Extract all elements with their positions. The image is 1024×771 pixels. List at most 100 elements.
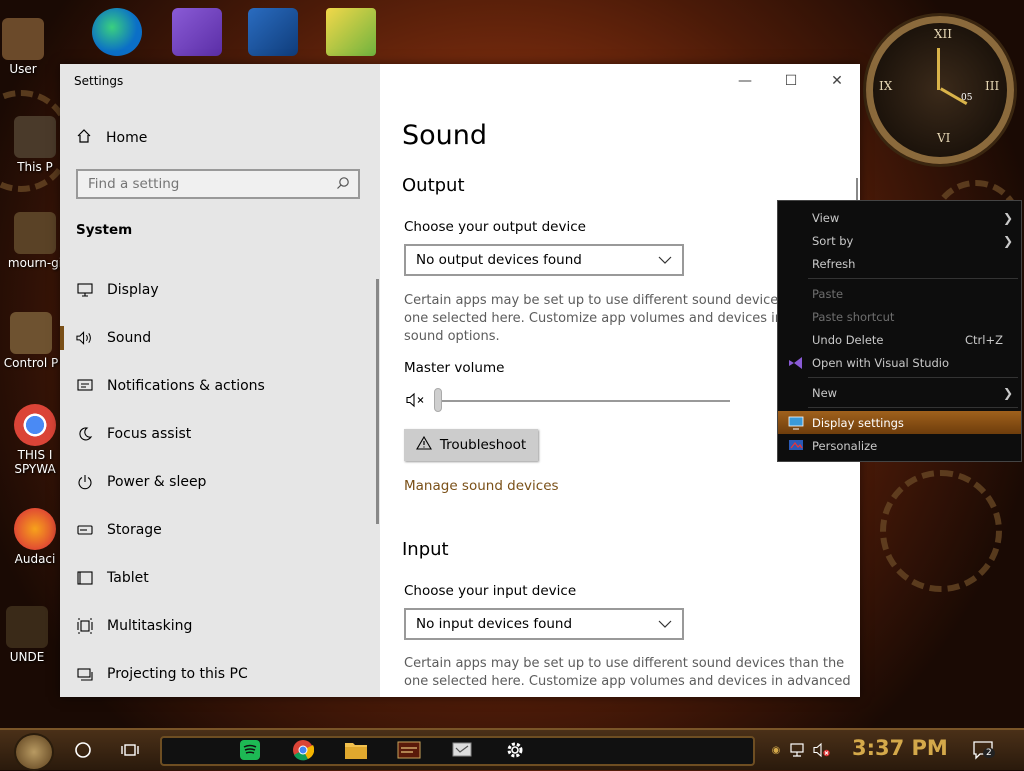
- output-device-label: Choose your output device: [404, 219, 586, 235]
- chevron-down-icon: [658, 616, 672, 632]
- close-icon: ✕: [831, 73, 843, 89]
- sidebar-item-label: Focus assist: [107, 426, 192, 442]
- monitor-icon: [76, 282, 93, 299]
- menu-item-sort-by[interactable]: Sort by ❯: [778, 229, 1021, 252]
- sidebar-item-label: Storage: [107, 522, 162, 538]
- file-explorer-icon[interactable]: [344, 738, 368, 762]
- nav-home-label: Home: [106, 130, 148, 146]
- warning-icon: [415, 435, 432, 454]
- hxd-desktop-icon[interactable]: [326, 8, 376, 56]
- visual-studio-desktop-icon[interactable]: [172, 8, 222, 56]
- maximize-button[interactable]: ☐: [768, 70, 814, 92]
- notification-icon: [76, 378, 93, 395]
- sidebar-item-sound[interactable]: Sound: [60, 314, 380, 362]
- master-volume-label: Master volume: [404, 360, 505, 376]
- menu-item-display-settings[interactable]: Display settings: [778, 411, 1021, 434]
- troubleshoot-label: Troubleshoot: [439, 437, 527, 453]
- input-description: Certain apps may be set up to use differ…: [404, 656, 851, 689]
- output-device-dropdown[interactable]: No output devices found: [404, 244, 684, 276]
- visual-studio-icon: [788, 356, 804, 370]
- sidebar-item-power-sleep[interactable]: Power & sleep: [60, 458, 380, 506]
- chrome-icon[interactable]: [291, 738, 315, 762]
- search-icon: [336, 175, 350, 194]
- manage-sound-devices-link[interactable]: Manage sound devices: [404, 478, 559, 494]
- edge-desktop-icon[interactable]: [92, 8, 142, 56]
- menu-separator: [808, 407, 1018, 408]
- menu-item-view[interactable]: View ❯: [778, 206, 1021, 229]
- menu-item-personalize[interactable]: Personalize: [778, 434, 1021, 457]
- sidebar-item-label: Power & sleep: [107, 474, 207, 490]
- spotify-icon[interactable]: [238, 738, 262, 762]
- sidebar-item-label: Sound: [107, 330, 152, 346]
- personalize-icon: [788, 439, 804, 453]
- chevron-right-icon: ❯: [1002, 210, 1013, 225]
- input-device-dropdown[interactable]: No input devices found: [404, 608, 684, 640]
- sidebar-item-display[interactable]: Display: [60, 266, 380, 314]
- sidebar-item-label: Tablet: [107, 570, 149, 586]
- desktop-icon-file[interactable]: UNDE: [0, 606, 56, 664]
- menu-item-new[interactable]: New ❯: [778, 381, 1021, 404]
- sidebar-item-projecting[interactable]: Projecting to this PC: [60, 650, 380, 697]
- master-volume-slider-track[interactable]: [438, 400, 730, 402]
- input-heading: Input: [402, 539, 449, 560]
- page-title: Sound: [402, 120, 488, 151]
- input-device-label: Choose your input device: [404, 583, 577, 599]
- virtualbox-desktop-icon[interactable]: [248, 8, 298, 56]
- desktop-icon-user[interactable]: User: [0, 18, 52, 76]
- nav-home[interactable]: Home: [76, 128, 147, 148]
- taskbar-clock[interactable]: 3:37 PM: [852, 736, 948, 760]
- sidebar-item-notifications[interactable]: Notifications & actions: [60, 362, 380, 410]
- desktop-icon-chrome[interactable]: THIS I SPYWA: [6, 404, 64, 476]
- chevron-right-icon: ❯: [1002, 233, 1013, 248]
- close-button[interactable]: ✕: [814, 70, 860, 92]
- menu-item-refresh[interactable]: Refresh: [778, 252, 1021, 275]
- sidebar-item-label: Projecting to this PC: [107, 666, 248, 682]
- desktop-icon-control-panel[interactable]: Control P: [2, 312, 60, 370]
- speaker-muted-icon[interactable]: [406, 392, 426, 412]
- menu-separator: [808, 377, 1018, 378]
- search-box[interactable]: [76, 169, 360, 199]
- minimize-button[interactable]: —: [722, 70, 768, 92]
- decorative-gear: [880, 470, 1002, 592]
- task-view-icon[interactable]: [118, 738, 142, 762]
- chevron-right-icon: ❯: [1002, 385, 1013, 400]
- search-circle-icon[interactable]: [71, 738, 95, 762]
- minimize-icon: —: [738, 73, 752, 89]
- notification-count-badge: 2: [983, 748, 995, 758]
- settings-window: Settings Home System Display Sound: [60, 64, 860, 697]
- desktop-icon-file[interactable]: mourn-gi: [6, 212, 64, 270]
- chevron-down-icon: [658, 252, 672, 268]
- network-icon[interactable]: [786, 738, 810, 762]
- sidebar-item-tablet[interactable]: Tablet: [60, 554, 380, 602]
- troubleshoot-button[interactable]: Troubleshoot: [404, 429, 538, 461]
- display-settings-icon: [788, 416, 804, 430]
- sidebar-item-storage[interactable]: Storage: [60, 506, 380, 554]
- desktop-icon-this-pc[interactable]: This P: [6, 116, 64, 174]
- menu-separator: [808, 278, 1018, 279]
- network-window-icon[interactable]: [450, 738, 474, 762]
- tray-overflow-icon[interactable]: ◉: [764, 738, 788, 762]
- master-volume-slider-thumb[interactable]: [434, 388, 442, 412]
- search-input[interactable]: [88, 176, 318, 192]
- taskbar: ◉ 3:37 PM 2: [0, 728, 1024, 771]
- sidebar-scrollbar[interactable]: [376, 279, 379, 524]
- menu-item-undo-delete[interactable]: Undo Delete Ctrl+Z: [778, 328, 1021, 351]
- window-title: Settings: [74, 74, 124, 88]
- volume-muted-icon[interactable]: [810, 738, 834, 762]
- speaker-icon: [76, 330, 93, 347]
- settings-gear-icon[interactable]: [503, 738, 527, 762]
- menu-item-paste[interactable]: Paste: [778, 282, 1021, 305]
- action-center-icon[interactable]: 2: [971, 738, 995, 762]
- terminal-app-icon[interactable]: [397, 738, 421, 762]
- moon-icon: [76, 426, 93, 443]
- sidebar-item-label: Notifications & actions: [107, 378, 265, 394]
- start-button[interactable]: [14, 733, 54, 771]
- menu-item-paste-shortcut[interactable]: Paste shortcut: [778, 305, 1021, 328]
- desktop-icon-audacity[interactable]: Audaci: [6, 508, 64, 566]
- multitasking-icon: [76, 618, 93, 635]
- menu-item-open-visual-studio[interactable]: Open with Visual Studio: [778, 351, 1021, 374]
- projector-icon: [76, 666, 93, 683]
- sidebar-item-multitasking[interactable]: Multitasking: [60, 602, 380, 650]
- sidebar-item-focus-assist[interactable]: Focus assist: [60, 410, 380, 458]
- maximize-icon: ☐: [784, 73, 798, 89]
